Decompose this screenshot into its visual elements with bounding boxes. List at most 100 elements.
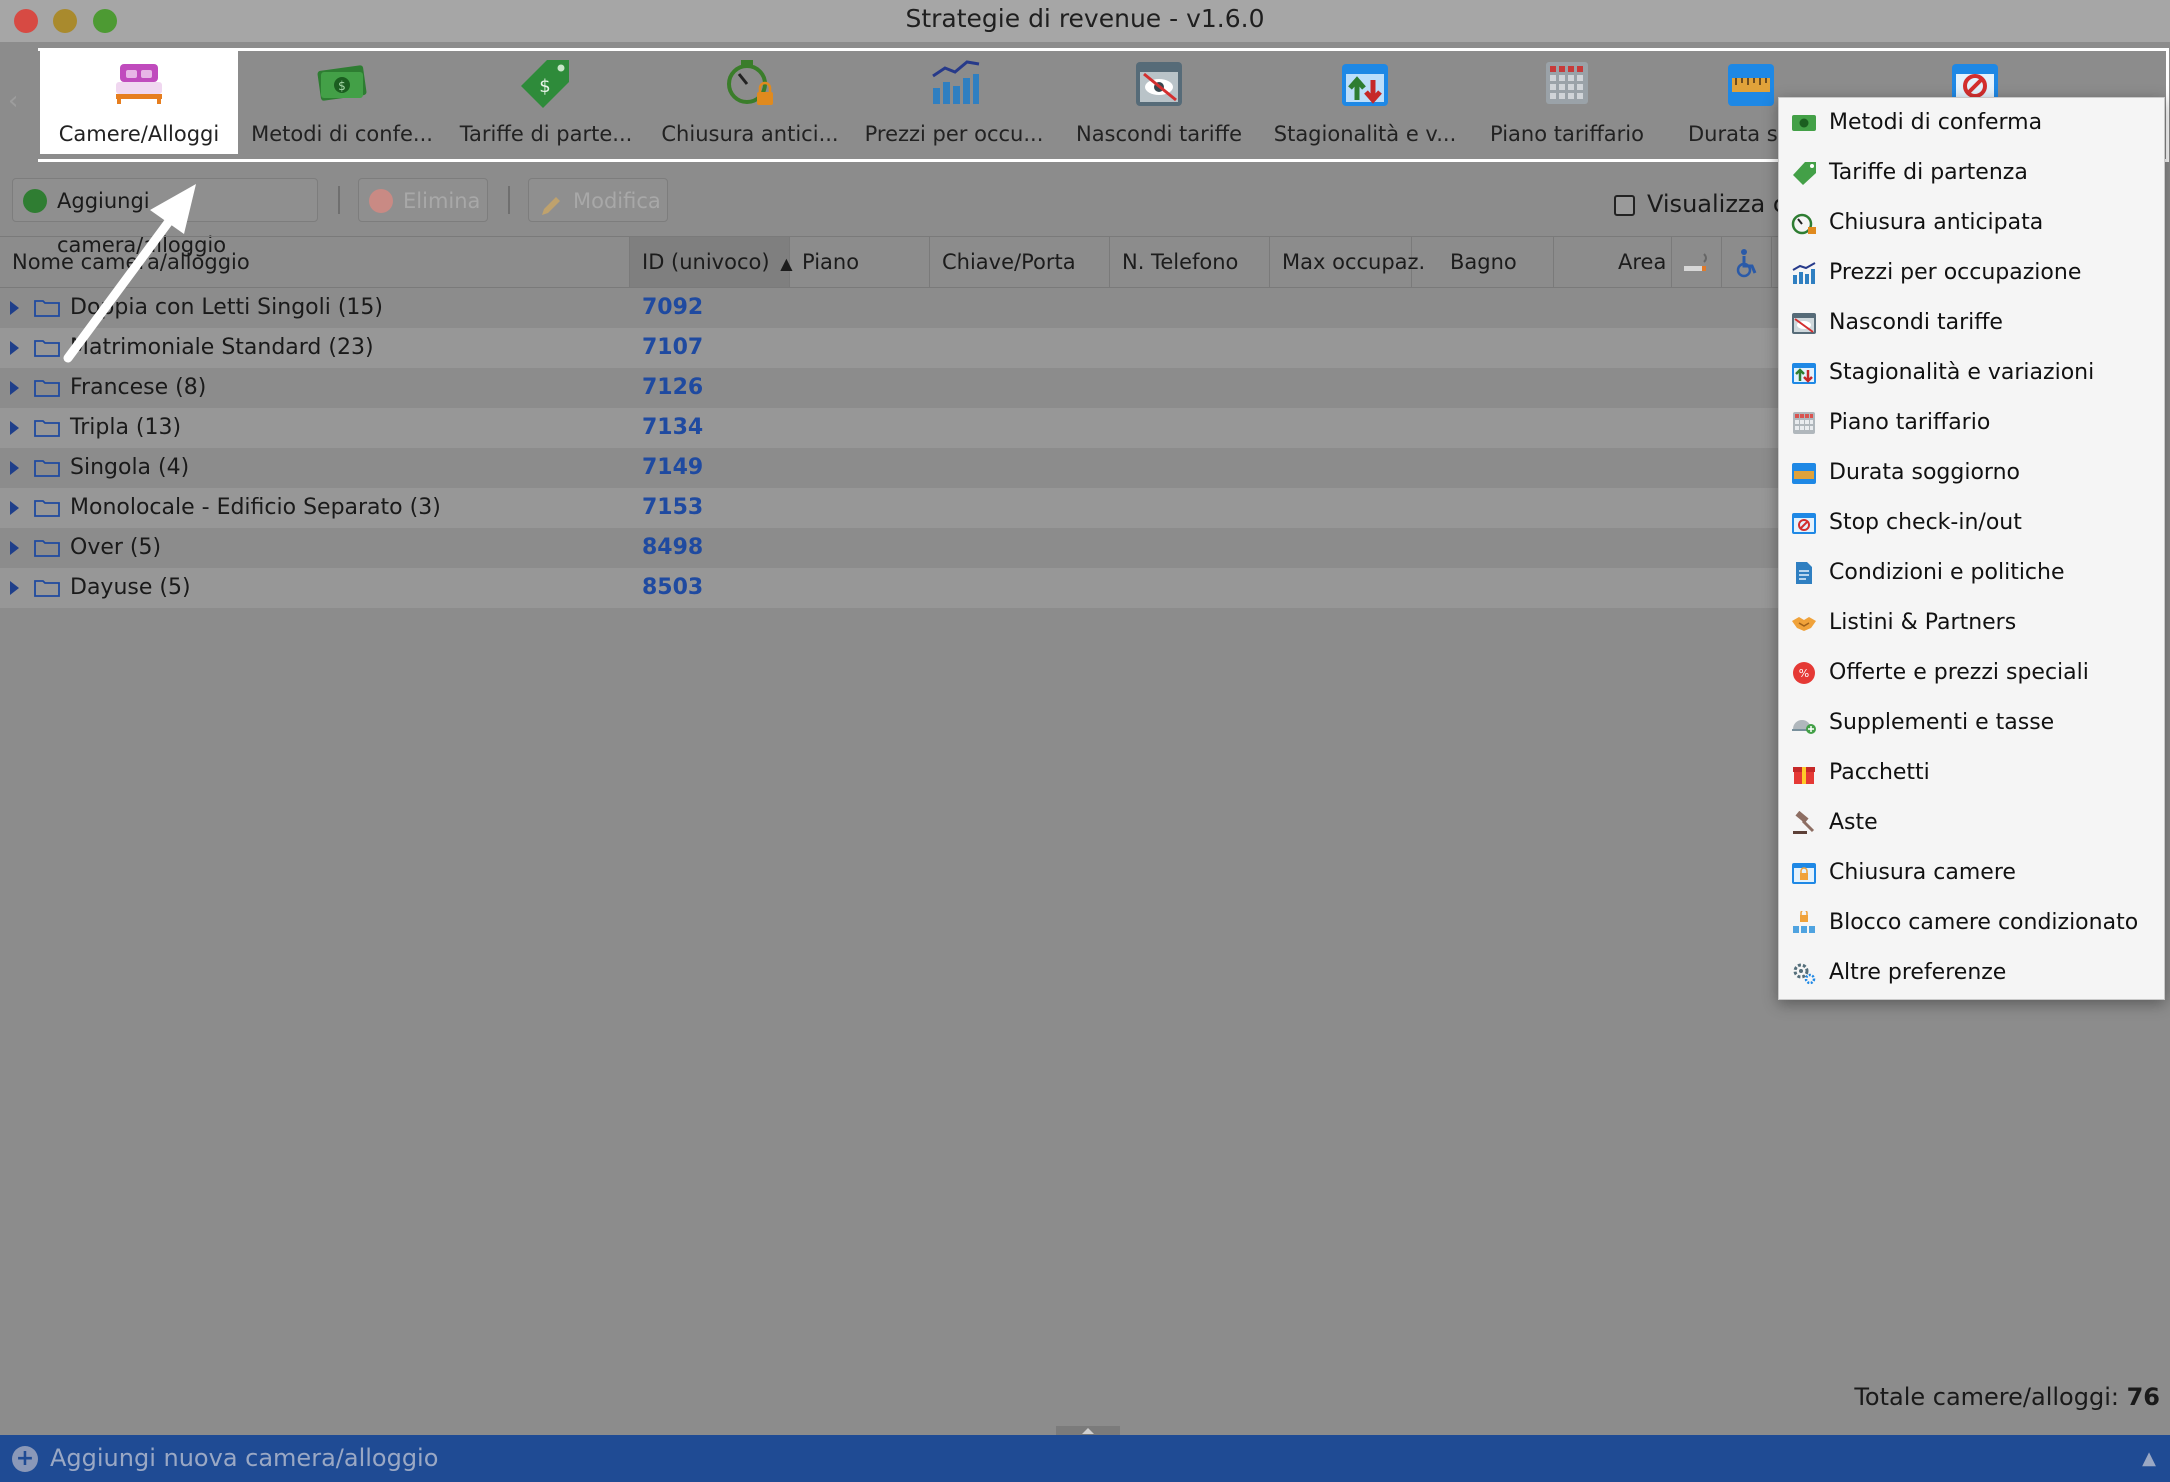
show-checkbox[interactable] bbox=[1614, 194, 1635, 216]
expand-arrow-icon[interactable] bbox=[10, 501, 19, 515]
more-tools-menu: Metodi di conferma Tariffe di partenza C… bbox=[1778, 97, 2165, 1000]
row-name: Francese (8) bbox=[70, 375, 207, 400]
expand-arrow-icon[interactable] bbox=[10, 381, 19, 395]
expand-arrow-icon[interactable] bbox=[10, 341, 19, 355]
menu-item-stagionalita-e-variazioni[interactable]: Stagionalità e variazioni bbox=[1779, 348, 2164, 398]
calendar-arrows-icon bbox=[1342, 64, 1388, 106]
tab-label: Durata so bbox=[1688, 122, 1791, 146]
menu-item-nascondi-tariffe[interactable]: Nascondi tariffe bbox=[1779, 298, 2164, 348]
plus-icon bbox=[23, 189, 47, 213]
svg-text:%: % bbox=[1799, 667, 1809, 680]
tab-label: Chiusura antici... bbox=[661, 122, 839, 146]
document-icon bbox=[1796, 562, 1812, 584]
tab-stagionalita-e-variazioni[interactable]: Stagionalità e v... bbox=[1264, 50, 1466, 154]
expand-up-icon[interactable]: ▲ bbox=[2142, 1435, 2156, 1482]
folder-icon bbox=[34, 540, 60, 557]
calendar-ruler-icon bbox=[1792, 463, 1816, 484]
column-header-floor[interactable]: Piano bbox=[790, 237, 930, 287]
expand-arrow-icon[interactable] bbox=[10, 301, 19, 315]
title-bar: Strategie di revenue - v1.6.0 bbox=[0, 0, 2170, 42]
tab-label: Metodi di confe... bbox=[251, 122, 433, 146]
menu-item-blocco-camere-condizionato[interactable]: Blocco camere condizionato bbox=[1779, 898, 2164, 948]
menu-item-prezzi-per-occupazione[interactable]: Prezzi per occupazione bbox=[1779, 248, 2164, 298]
tab-durata-soggiorno[interactable]: Durata so bbox=[1668, 50, 1791, 154]
column-header-bathroom[interactable]: Bagno bbox=[1412, 237, 1554, 287]
row-id: 7092 bbox=[642, 295, 704, 320]
menu-item-offerte-e-prezzi-speciali[interactable]: % Offerte e prezzi speciali bbox=[1779, 648, 2164, 698]
tab-tariffe-di-partenza[interactable]: $ Tariffe di parte... bbox=[446, 50, 646, 154]
column-header-id[interactable]: ID (univoco) ▲ bbox=[630, 237, 793, 287]
menu-item-altre-preferenze[interactable]: Altre preferenze bbox=[1779, 948, 2164, 998]
menu-item-durata-soggiorno[interactable]: Durata soggiorno bbox=[1779, 448, 2164, 498]
table-row[interactable]: Monolocale - Edificio Separato (3) 7153 bbox=[0, 488, 1780, 528]
row-name: Singola (4) bbox=[70, 455, 190, 480]
column-header-max-occupancy[interactable]: Max occupaz. bbox=[1270, 237, 1425, 287]
table-row[interactable]: Tripla (13) 7134 bbox=[0, 408, 1780, 448]
tab-label: Nascondi tariffe bbox=[1075, 122, 1243, 146]
expand-arrow-icon[interactable] bbox=[10, 421, 19, 435]
tab-label: Tariffe di parte... bbox=[459, 122, 633, 146]
table-row[interactable]: Over (5) 8498 bbox=[0, 528, 1780, 568]
tab-chiusura-anticipata[interactable]: Chiusura antici... bbox=[648, 50, 852, 154]
delete-button[interactable]: Elimina bbox=[358, 178, 488, 222]
row-name: Tripla (13) bbox=[70, 415, 182, 440]
column-header-name[interactable]: Nome camera/alloggio bbox=[0, 237, 630, 287]
hidden-eye-icon bbox=[1792, 313, 1816, 334]
row-id: 8498 bbox=[642, 535, 704, 560]
tab-camere-alloggi[interactable]: Camere/Alloggi bbox=[40, 50, 238, 154]
calendar-stop-icon bbox=[1792, 513, 1816, 534]
menu-item-piano-tariffario[interactable]: Piano tariffario bbox=[1779, 398, 2164, 448]
tab-piano-tariffario[interactable]: Piano tariffario bbox=[1468, 50, 1666, 154]
menu-item-chiusura-anticipata[interactable]: Chiusura anticipata bbox=[1779, 198, 2164, 248]
column-header-phone[interactable]: N. Telefono bbox=[1110, 237, 1270, 287]
tab-prezzi-per-occupazione[interactable]: Prezzi per occu... bbox=[854, 50, 1054, 154]
menu-item-supplementi-e-tasse[interactable]: Supplementi e tasse bbox=[1779, 698, 2164, 748]
bed-icon bbox=[116, 64, 162, 104]
expand-arrow-icon[interactable] bbox=[10, 461, 19, 475]
column-header-key[interactable]: Chiave/Porta bbox=[930, 237, 1110, 287]
gift-icon bbox=[1793, 767, 1815, 784]
menu-item-chiusura-camere[interactable]: Chiusura camere bbox=[1779, 848, 2164, 898]
price-tag-icon: $ bbox=[521, 60, 569, 108]
table-row[interactable]: Matrimoniale Standard (23) 7107 bbox=[0, 328, 1780, 368]
window-title: Strategie di revenue - v1.6.0 bbox=[905, 4, 1265, 33]
row-name: Matrimoniale Standard (23) bbox=[70, 335, 374, 360]
tab-nascondi-tariffe[interactable]: Nascondi tariffe bbox=[1056, 50, 1262, 154]
gavel-icon bbox=[1793, 811, 1815, 834]
tab-metodi-di-conferma[interactable]: $ Metodi di confe... bbox=[240, 50, 444, 154]
svg-text:$: $ bbox=[338, 79, 346, 93]
table-row[interactable]: Singola (4) 7149 bbox=[0, 448, 1780, 488]
menu-item-aste[interactable]: Aste bbox=[1779, 798, 2164, 848]
add-room-button[interactable]: Aggiungi camera/alloggio bbox=[12, 178, 318, 257]
menu-item-pacchetti[interactable]: Pacchetti bbox=[1779, 748, 2164, 798]
toolbar-separator bbox=[338, 186, 340, 214]
edit-label: Modifica bbox=[573, 189, 661, 213]
menu-item-stop-check-in-out[interactable]: Stop check-in/out bbox=[1779, 498, 2164, 548]
pencil-icon bbox=[539, 189, 563, 215]
row-id: 8503 bbox=[642, 575, 704, 600]
show-checkbox-row[interactable]: Visualizza ca bbox=[1614, 190, 1801, 218]
toolbar-scroll-left-icon[interactable]: ‹ bbox=[8, 86, 18, 116]
column-header-area[interactable]: Area bbox=[1554, 237, 1672, 287]
table-row[interactable]: Francese (8) 7126 bbox=[0, 368, 1780, 408]
table-header: Nome camera/alloggio ID (univoco) ▲ Pian… bbox=[0, 236, 1780, 288]
menu-item-listini-partners[interactable]: Listini & Partners bbox=[1779, 598, 2164, 648]
row-id: 7153 bbox=[642, 495, 704, 520]
menu-item-metodi-di-conferma[interactable]: Metodi di conferma bbox=[1779, 98, 2164, 148]
menu-item-condizioni-e-politiche[interactable]: Condizioni e politiche bbox=[1779, 548, 2164, 598]
table-row[interactable]: Doppia con Letti Singoli (15) 7092 bbox=[0, 288, 1780, 328]
expand-arrow-icon[interactable] bbox=[10, 541, 19, 555]
add-new-room-bar[interactable]: + Aggiungi nuova camera/alloggio ▲ bbox=[0, 1435, 2170, 1482]
conditional-lock-icon bbox=[1793, 911, 1815, 933]
table-row[interactable]: Dayuse (5) 8503 bbox=[0, 568, 1780, 608]
expand-arrow-icon[interactable] bbox=[10, 581, 19, 595]
column-header-accessible[interactable] bbox=[1722, 237, 1772, 287]
menu-item-tariffe-di-partenza[interactable]: Tariffe di partenza bbox=[1779, 148, 2164, 198]
grid-calendar-icon bbox=[1546, 62, 1588, 104]
money-icon bbox=[1792, 115, 1816, 131]
timer-lock-icon bbox=[1791, 213, 1816, 235]
toolbar-separator bbox=[508, 186, 510, 214]
edit-button[interactable]: Modifica bbox=[528, 178, 668, 222]
column-header-smoking[interactable] bbox=[1672, 237, 1722, 287]
tab-label: Camere/Alloggi bbox=[58, 122, 220, 146]
